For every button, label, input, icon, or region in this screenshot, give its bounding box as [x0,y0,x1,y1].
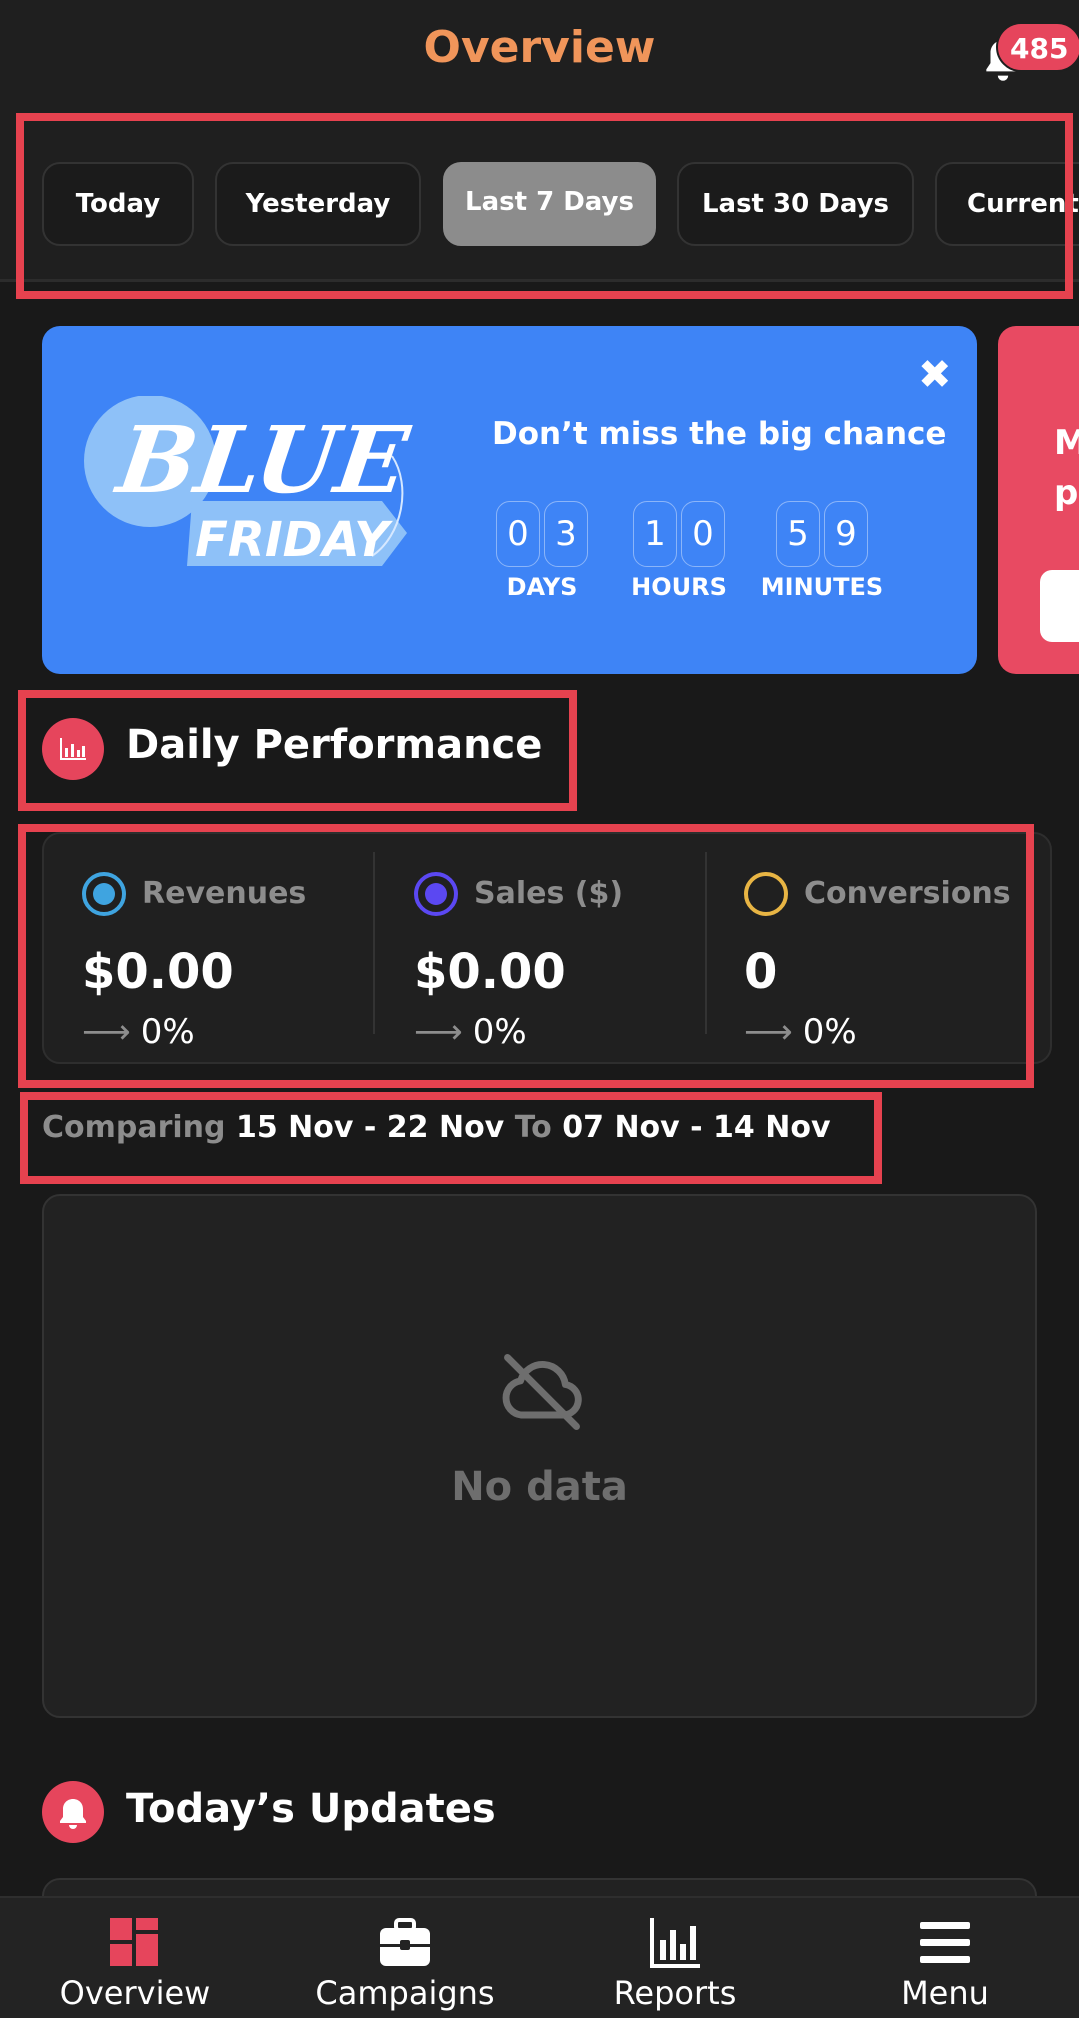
performance-chart: No data [42,1194,1037,1718]
nav-label: Overview [59,1974,211,2012]
countdown-label: HOURS [631,573,727,601]
close-icon[interactable]: ✖ [918,352,952,398]
svg-text:FRIDAY: FRIDAY [195,512,393,568]
countdown-digit: 0 [496,501,540,567]
nav-label: Reports [613,1974,737,2012]
section-title-todays-updates: Today’s Updates [126,1786,496,1832]
bottom-nav: Overview Campaigns Reports Menu [0,1896,1079,2018]
promo-banner-secondary[interactable]: M p [998,326,1079,674]
countdown-digit: 5 [776,501,820,567]
countdown-digit: 1 [633,501,677,567]
briefcase-icon [380,1918,430,1966]
countdown-label: DAYS [506,573,578,601]
countdown-label: MINUTES [760,573,884,601]
nav-item-menu[interactable]: Menu [810,1898,1079,2018]
cloud-off-icon [502,1354,582,1430]
promo-banner[interactable]: ✖ BLUE FRIDAY Don’t miss the big chance … [42,326,977,674]
highlight-box-filters [16,113,1073,299]
notification-badge[interactable]: 485 [996,22,1079,72]
page-title: Overview [423,22,656,73]
promo2-text-line: M [1054,423,1079,463]
svg-text:BLUE: BLUE [109,405,416,513]
promo-heading: Don’t miss the big chance [492,416,947,452]
highlight-box-metrics [18,824,1034,1088]
nav-label: Menu [901,1974,989,2012]
promo2-text-line: p [1054,473,1079,513]
app-header: Overview 485 [0,0,1079,110]
bell-icon [42,1781,104,1843]
promo2-button[interactable] [1040,570,1079,642]
countdown-digit: 9 [824,501,868,567]
blue-friday-logo: BLUE FRIDAY [84,396,416,568]
nav-item-overview[interactable]: Overview [0,1898,270,2018]
nav-item-campaigns[interactable]: Campaigns [270,1898,540,2018]
bar-chart-icon [650,1918,700,1968]
no-data-text: No data [451,1464,628,1510]
countdown-minutes: 5 9 MINUTES [752,501,892,601]
countdown-days: 0 3 DAYS [482,501,602,601]
countdown-hours: 1 0 HOURS [619,501,739,601]
highlight-box-comparing [20,1092,882,1184]
hamburger-icon [920,1922,970,1963]
highlight-box-daily-performance [18,690,577,811]
countdown-digit: 3 [544,501,588,567]
countdown-digit: 0 [681,501,725,567]
dashboard-icon [110,1918,158,1966]
nav-item-reports[interactable]: Reports [540,1898,810,2018]
promo2-text: M p [1054,418,1079,518]
nav-label: Campaigns [315,1974,495,2012]
